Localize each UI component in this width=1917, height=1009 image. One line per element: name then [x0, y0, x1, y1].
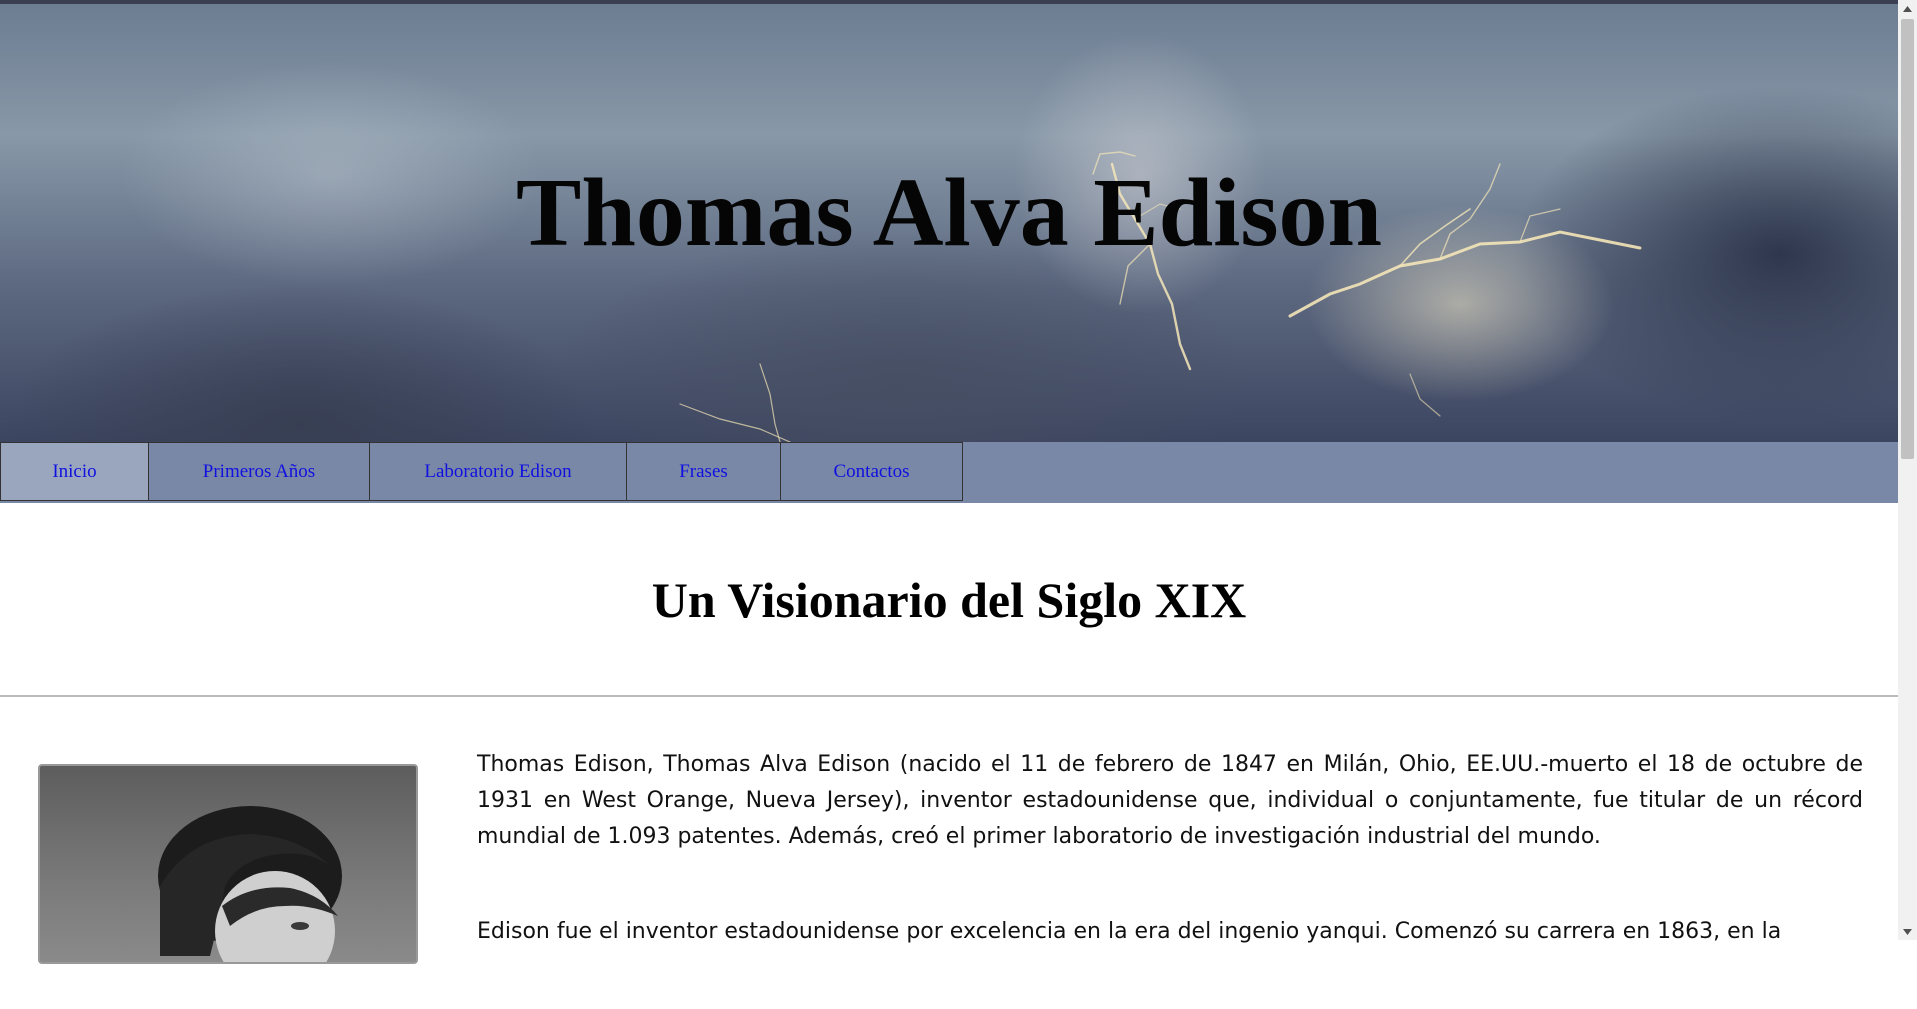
main-nav: Inicio Primeros Años Laboratorio Edison … [0, 442, 1898, 503]
nav-item-contactos[interactable]: Contactos [780, 442, 963, 501]
vertical-scrollbar[interactable] [1898, 0, 1917, 940]
nav-item-primeros-anos[interactable]: Primeros Años [148, 442, 370, 501]
site-title: Thomas Alva Edison [516, 159, 1382, 267]
section-title: Un Visionario del Siglo XIX [651, 572, 1247, 628]
edison-portrait-image [38, 764, 418, 964]
nav-item-laboratorio-edison[interactable]: Laboratorio Edison [369, 442, 627, 501]
horizontal-divider [0, 695, 1898, 697]
paragraph-2: Edison fue el inventor estadounidense po… [477, 919, 1782, 944]
scroll-down-arrow-icon[interactable] [1898, 923, 1917, 940]
paragraph-1: Thomas Edison, Thomas Alva Edison (nacid… [477, 752, 1863, 849]
hero-banner: Thomas Alva Edison [0, 4, 1898, 442]
biography-text: Thomas Edison, Thomas Alva Edison (nacid… [477, 747, 1863, 1009]
nav-item-inicio[interactable]: Inicio [0, 442, 149, 501]
nav-item-frases[interactable]: Frases [626, 442, 781, 501]
scrollbar-thumb[interactable] [1901, 19, 1914, 459]
scroll-up-arrow-icon[interactable] [1898, 0, 1917, 17]
portrait-silhouette [158, 806, 342, 962]
